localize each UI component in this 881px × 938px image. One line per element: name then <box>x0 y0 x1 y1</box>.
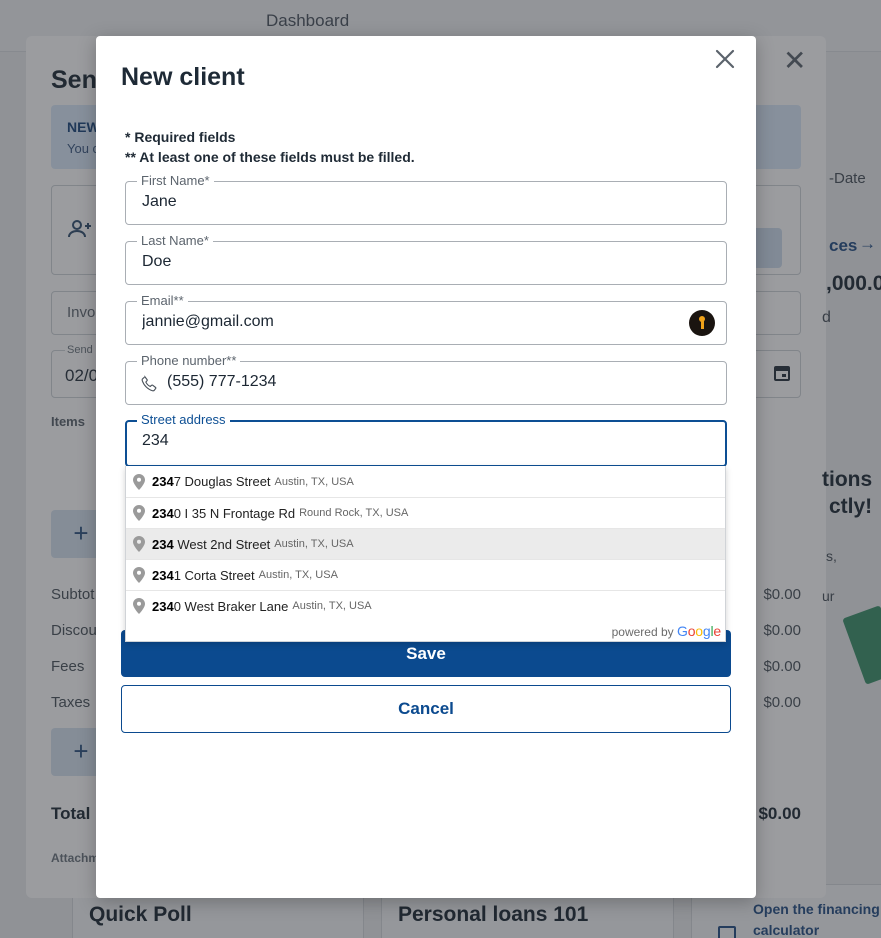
suggestion-match: 234 <box>152 598 174 614</box>
suggestion-match: 234 <box>152 505 174 521</box>
map-pin-icon <box>133 473 145 490</box>
last-name-label: Last Name* <box>137 233 213 249</box>
street-address-label: Street address <box>137 412 230 428</box>
suggestion-item[interactable]: 234 7 Douglas Street Austin, TX, USA <box>126 466 725 497</box>
required-notes: * Required fields ** At least one of the… <box>125 127 415 167</box>
last-name-input[interactable] <box>142 253 682 271</box>
password-manager-icon[interactable] <box>689 310 715 336</box>
last-name-field[interactable]: Last Name* <box>125 233 727 285</box>
suggestion-item[interactable]: 234 1 Corta Street Austin, TX, USA <box>126 559 725 590</box>
google-logo: Google <box>677 623 721 639</box>
suggestion-secondary: Austin, TX, USA <box>274 475 354 488</box>
suggestion-secondary: Round Rock, TX, USA <box>299 507 409 519</box>
email-label: Email** <box>137 293 188 309</box>
cancel-button[interactable]: Cancel <box>121 685 731 733</box>
phone-icon <box>140 375 158 393</box>
suggestion-match: 234 <box>152 536 174 552</box>
first-name-label: First Name* <box>137 173 214 189</box>
suggestion-item[interactable]: 234 0 I 35 N Frontage Rd Round Rock, TX, U… <box>126 497 725 528</box>
suggestion-main: 7 Douglas Street <box>173 474 271 489</box>
suggestion-match: 234 <box>152 567 174 583</box>
phone-label: Phone number** <box>137 353 241 369</box>
suggestion-main: 0 I 35 N Frontage Rd <box>173 505 296 521</box>
phone-field[interactable]: Phone number** <box>125 353 727 405</box>
email-field[interactable]: Email** <box>125 293 727 345</box>
map-pin-icon <box>133 598 145 614</box>
suggestion-secondary: Austin, TX, USA <box>258 569 338 581</box>
modal-title: New client <box>121 63 245 91</box>
address-autocomplete: 234 7 Douglas Street Austin, TX, USA 234 0 … <box>125 466 726 642</box>
suggestion-item[interactable]: 234 0 West Braker Lane Austin, TX, USA <box>126 590 725 621</box>
street-address-field[interactable]: Street address <box>125 412 727 467</box>
close-icon[interactable] <box>712 46 738 72</box>
first-name-input[interactable] <box>142 193 682 211</box>
suggestion-main: 0 West Braker Lane <box>173 598 289 614</box>
suggestion-main: 1 Corta Street <box>173 567 255 583</box>
powered-by-text: powered by <box>611 625 674 639</box>
required-fields-note: * Required fields <box>125 129 236 145</box>
new-client-modal: New client * Required fields ** At least… <box>96 36 756 898</box>
suggestion-match: 234 <box>152 474 174 489</box>
street-address-input[interactable] <box>142 432 682 450</box>
map-pin-icon <box>133 505 145 521</box>
powered-by-google: powered by Google <box>611 623 722 639</box>
map-pin-icon <box>133 536 145 552</box>
one-of-fields-note: ** At least one of these fields must be … <box>125 149 415 165</box>
suggestion-secondary: Austin, TX, USA <box>274 538 354 550</box>
suggestion-main: West 2nd Street <box>173 536 271 552</box>
suggestion-item-highlighted[interactable]: 234 West 2nd Street Austin, TX, USA <box>126 528 725 559</box>
first-name-field[interactable]: First Name* <box>125 173 727 225</box>
email-input[interactable] <box>142 313 682 331</box>
suggestion-secondary: Austin, TX, USA <box>292 600 372 612</box>
map-pin-icon <box>133 567 145 583</box>
phone-input[interactable] <box>167 373 707 391</box>
